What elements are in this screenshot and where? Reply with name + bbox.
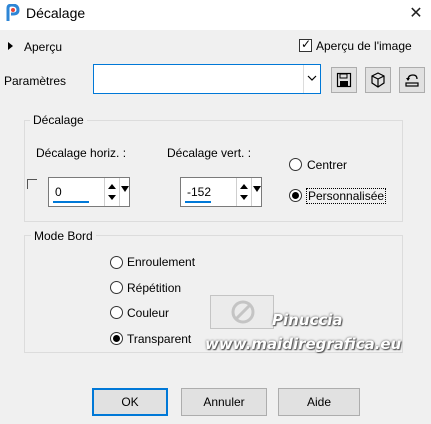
app-logo-icon bbox=[5, 3, 21, 22]
radio-selected-dot bbox=[113, 335, 120, 342]
radio-color-label[interactable]: Couleur bbox=[127, 306, 169, 320]
radio-selected-dot bbox=[292, 192, 299, 199]
preview-toggle-label: Aperçu bbox=[24, 40, 63, 54]
expand-triangle-icon bbox=[8, 42, 13, 50]
dropdown-arrow-icon bbox=[253, 186, 261, 192]
spin-up-icon[interactable] bbox=[240, 184, 248, 189]
horizontal-offset-label: Décalage horiz. : bbox=[36, 146, 127, 160]
preview-image-checkbox[interactable]: ✓ bbox=[299, 37, 312, 52]
offset-group-title: Décalage bbox=[30, 113, 87, 127]
cube-icon bbox=[371, 72, 385, 88]
checkmark-icon: ✓ bbox=[301, 37, 312, 51]
title-bar: Décalage ✕ bbox=[0, 0, 431, 30]
horizontal-offset-dropdown[interactable] bbox=[119, 178, 130, 206]
spin-down-icon[interactable] bbox=[240, 195, 248, 200]
vertical-offset-input[interactable]: -152 bbox=[180, 177, 262, 207]
vertical-offset-dropdown[interactable] bbox=[251, 178, 262, 206]
radio-transparent[interactable] bbox=[110, 332, 123, 345]
dropdown-arrow-icon bbox=[121, 186, 129, 192]
vertical-offset-value: -152 bbox=[187, 185, 212, 199]
presets-label: Paramètres bbox=[4, 74, 67, 88]
preview-toggle[interactable]: Aperçu bbox=[6, 39, 76, 55]
radio-center[interactable] bbox=[289, 158, 302, 171]
no-color-icon bbox=[231, 300, 255, 324]
presets-combo[interactable] bbox=[93, 64, 321, 94]
input-focus-underline bbox=[53, 201, 89, 203]
watermark-name: Pinuccia bbox=[272, 311, 343, 329]
edge-mode-group-title: Mode Bord bbox=[31, 229, 96, 243]
chevron-down-icon[interactable] bbox=[303, 65, 320, 93]
save-preset-button[interactable] bbox=[331, 67, 357, 93]
radio-custom-label[interactable]: Personnalisée bbox=[306, 188, 387, 204]
spin-up-icon[interactable] bbox=[108, 184, 116, 189]
vertical-offset-spinner[interactable] bbox=[236, 178, 251, 206]
input-focus-underline bbox=[185, 201, 211, 203]
vertical-offset-label: Décalage vert. : bbox=[167, 146, 252, 160]
reset-preset-button[interactable] bbox=[399, 67, 425, 93]
window-title: Décalage bbox=[26, 5, 86, 21]
edge-color-swatch[interactable] bbox=[210, 295, 274, 329]
radio-wrap-label[interactable]: Enroulement bbox=[127, 255, 195, 269]
horizontal-offset-spinner[interactable] bbox=[104, 178, 119, 206]
radio-repeat[interactable] bbox=[110, 281, 123, 294]
reset-icon bbox=[405, 74, 419, 87]
radio-wrap[interactable] bbox=[110, 256, 123, 269]
radio-center-label[interactable]: Centrer bbox=[307, 158, 347, 172]
radio-transparent-label[interactable]: Transparent bbox=[127, 332, 191, 346]
ok-button[interactable]: OK bbox=[92, 388, 168, 416]
radio-custom[interactable] bbox=[289, 189, 302, 202]
horizontal-offset-input[interactable]: 0 bbox=[48, 177, 130, 207]
save-icon bbox=[336, 72, 352, 88]
watermark-url: www.maidiregrafica.eu bbox=[205, 335, 402, 353]
close-icon[interactable]: ✕ bbox=[404, 3, 428, 25]
link-checkbox[interactable] bbox=[27, 179, 37, 189]
radio-color[interactable] bbox=[110, 306, 123, 319]
load-preset-button[interactable] bbox=[365, 67, 391, 93]
horizontal-offset-value: 0 bbox=[55, 185, 62, 199]
radio-repeat-label[interactable]: Répétition bbox=[127, 281, 181, 295]
preview-image-label[interactable]: Aperçu de l'image bbox=[316, 39, 412, 53]
spin-down-icon[interactable] bbox=[108, 195, 116, 200]
cancel-button[interactable]: Annuler bbox=[181, 388, 267, 416]
help-button[interactable]: Aide bbox=[278, 388, 360, 416]
